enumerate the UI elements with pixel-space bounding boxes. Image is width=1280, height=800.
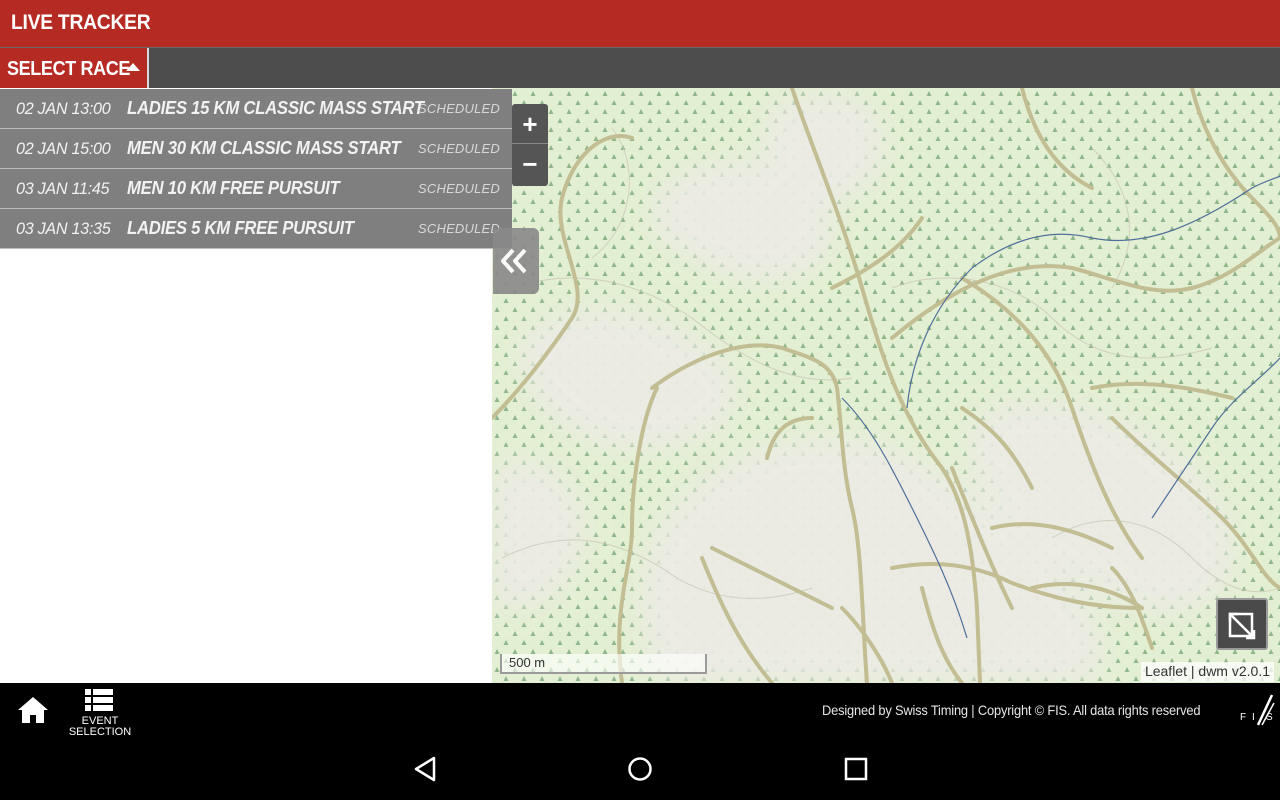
race-name: LADIES 15 KM CLASSIC MASS START	[127, 98, 424, 118]
back-triangle-icon[interactable]	[410, 754, 440, 784]
race-status: SCHEDULED	[418, 221, 500, 236]
race-time: 02 JAN 15:00	[16, 139, 111, 158]
race-time: 02 JAN 13:00	[16, 99, 111, 118]
select-race-label: SELECT RACE	[7, 58, 131, 80]
scale-label: 500 m	[509, 655, 546, 670]
race-name: MEN 10 KM FREE PURSUIT	[127, 178, 340, 198]
race-name: LADIES 5 KM FREE PURSUIT	[127, 218, 354, 238]
footer-bar: EVENT SELECTION Designed by Swiss Timing…	[0, 683, 1280, 738]
race-item[interactable]: 03 JAN 13:35 LADIES 5 KM FREE PURSUIT SC…	[0, 209, 512, 249]
race-item[interactable]: 02 JAN 13:00 LADIES 15 KM CLASSIC MASS S…	[0, 89, 512, 129]
caret-up-icon	[126, 63, 140, 71]
app-title: LIVE TRACKER	[11, 11, 151, 34]
race-time: 03 JAN 13:35	[16, 219, 111, 238]
zoom-control: + −	[512, 104, 548, 186]
race-status: SCHEDULED	[418, 181, 500, 196]
map-scale: 500 m	[500, 654, 707, 674]
zoom-in-button[interactable]: +	[512, 104, 548, 144]
race-item[interactable]: 03 JAN 11:45 MEN 10 KM FREE PURSUIT SCHE…	[0, 169, 512, 209]
select-race-button[interactable]: SELECT RACE	[0, 48, 149, 89]
fis-logo-f: F	[1240, 712, 1246, 723]
map-attribution[interactable]: Leaflet | dwm v2.0.1	[1140, 662, 1274, 682]
home-icon	[18, 697, 48, 723]
race-dropdown-list: 02 JAN 13:00 LADIES 15 KM CLASSIC MASS S…	[0, 89, 512, 249]
race-status: SCHEDULED	[418, 101, 500, 116]
fis-logo-i: I	[1252, 712, 1255, 723]
collapse-panel-button[interactable]	[493, 228, 539, 294]
app-title-bar: LIVE TRACKER	[0, 0, 1280, 47]
event-selection-label: EVENT SELECTION	[68, 716, 132, 738]
toolbar: SELECT RACE	[0, 47, 1280, 89]
race-name: MEN 30 KM CLASSIC MASS START	[127, 138, 401, 158]
race-time: 03 JAN 11:45	[16, 179, 110, 198]
fullscreen-icon	[1228, 612, 1256, 640]
map-tiles	[492, 88, 1280, 683]
list-icon	[85, 689, 113, 711]
double-chevron-left-icon	[501, 248, 527, 274]
event-selection-button[interactable]: EVENT SELECTION	[68, 688, 132, 738]
map-view[interactable]	[492, 88, 1280, 683]
race-status: SCHEDULED	[418, 141, 500, 156]
fis-logo-s: S	[1266, 712, 1273, 723]
zoom-out-button[interactable]: −	[512, 144, 548, 184]
fis-logo: F I S	[1240, 694, 1275, 726]
copyright-text: Designed by Swiss Timing | Copyright © F…	[822, 702, 1201, 718]
race-item[interactable]: 02 JAN 15:00 MEN 30 KM CLASSIC MASS STAR…	[0, 129, 512, 169]
system-nav-bar	[0, 736, 1280, 800]
home-circle-icon[interactable]	[625, 754, 655, 784]
recents-square-icon[interactable]	[841, 754, 871, 784]
fullscreen-button[interactable]	[1216, 598, 1268, 650]
home-button[interactable]	[16, 695, 50, 725]
